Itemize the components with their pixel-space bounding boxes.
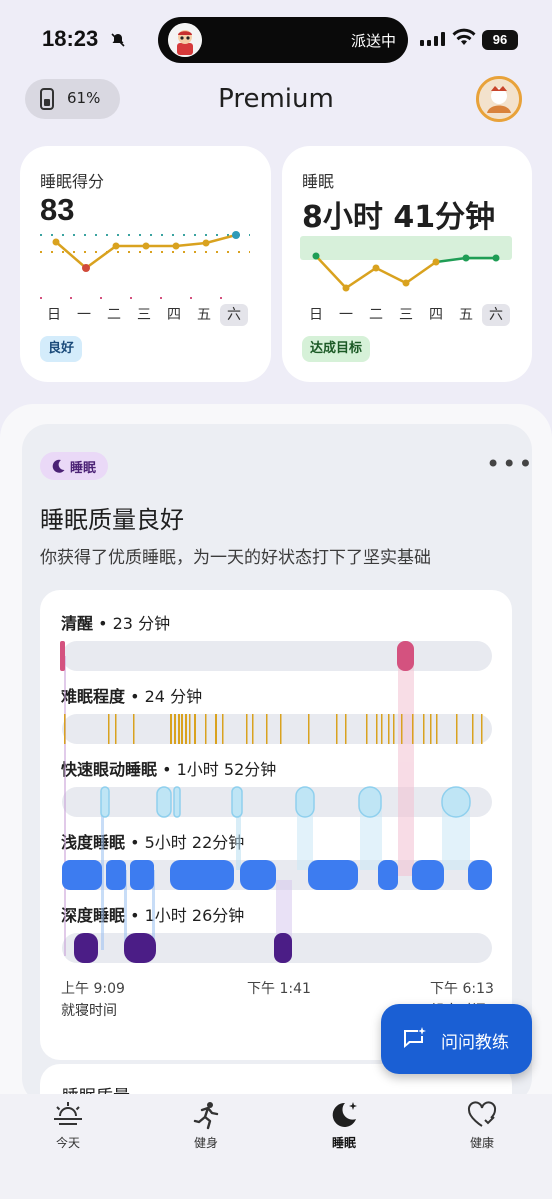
nav-label: 健康	[469, 1136, 494, 1150]
bedtime-label: 就寝时间	[61, 1003, 117, 1019]
fab-label: 问问教练	[441, 1033, 509, 1053]
moon-icon	[332, 1102, 357, 1127]
coach-chat-icon	[404, 1027, 426, 1048]
track-rem	[62, 787, 492, 817]
running-icon	[193, 1102, 219, 1130]
nav-fitness[interactable]: 健身	[161, 1100, 251, 1151]
time-mid: 下午 1:41	[247, 981, 311, 997]
connector	[398, 656, 414, 876]
nav-label: 今天	[55, 1136, 80, 1150]
heart-check-icon	[467, 1101, 497, 1127]
nav-health[interactable]: 健康	[437, 1100, 527, 1151]
track-restless	[62, 714, 492, 744]
sleep-stages-hypnogram	[60, 641, 492, 963]
nav-label: 健身	[193, 1136, 218, 1150]
track-awake	[62, 641, 492, 671]
sunrise-icon	[54, 1102, 82, 1125]
ask-coach-button[interactable]: 问问教练	[381, 1004, 532, 1074]
nav-label: 睡眠	[331, 1136, 356, 1150]
time-start: 上午 9:09	[61, 981, 125, 997]
connector	[64, 656, 66, 956]
awake-segment	[397, 641, 414, 671]
bottom-nav: 今天 健身 睡眠 健康	[0, 1094, 552, 1199]
nav-sleep[interactable]: 睡眠	[299, 1100, 389, 1151]
time-end: 下午 6:13	[430, 981, 494, 997]
nav-today[interactable]: 今天	[23, 1100, 113, 1151]
awake-segment	[60, 641, 65, 671]
